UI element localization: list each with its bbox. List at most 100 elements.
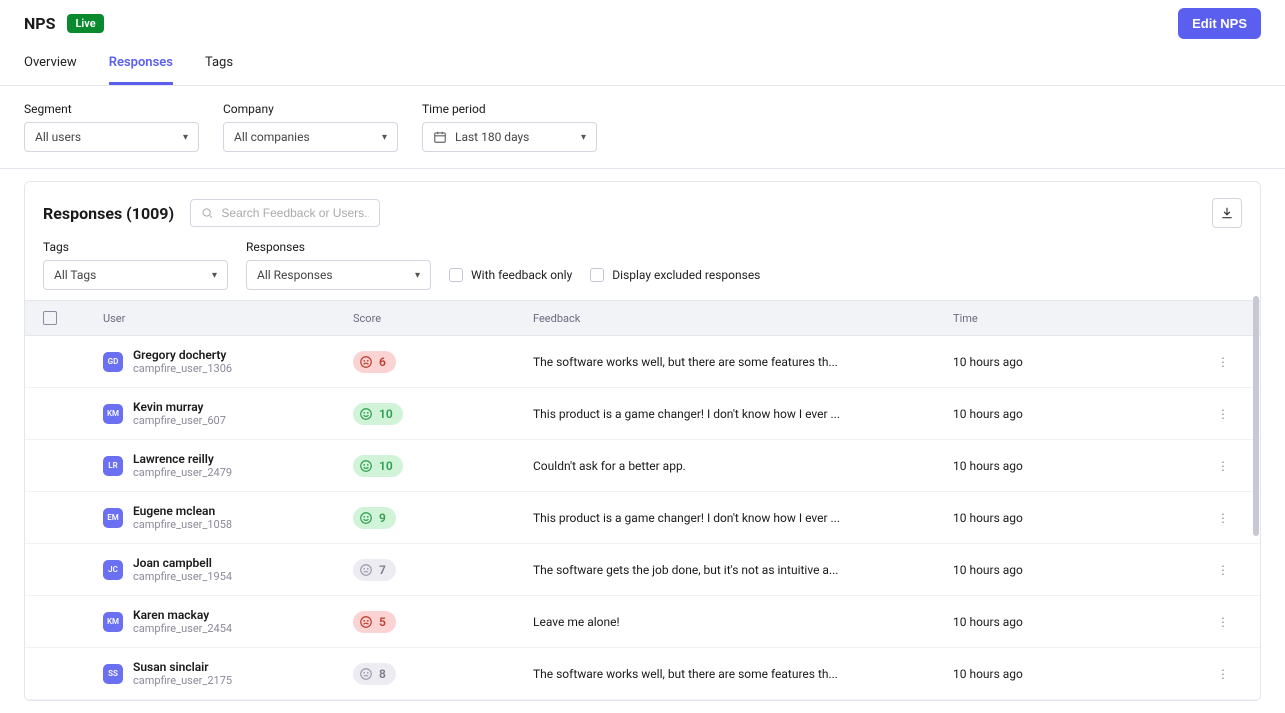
neutral-icon xyxy=(359,563,373,577)
score-pill: 10 xyxy=(353,455,403,477)
company-label: Company xyxy=(223,102,398,116)
time-value: Last 180 days xyxy=(455,130,529,144)
time-text: 10 hours ago xyxy=(953,511,1193,525)
row-more-button[interactable]: ⋮ xyxy=(1193,615,1253,629)
feedback-text: This product is a game changer! I don't … xyxy=(533,511,933,525)
select-all-checkbox[interactable] xyxy=(43,311,57,325)
avatar: EM xyxy=(103,508,123,528)
table-row[interactable]: EM Eugene mcleancampfire_user_1058 9 This p… xyxy=(25,492,1260,544)
user-name: Eugene mclean xyxy=(133,504,232,518)
time-label: Time period xyxy=(422,102,597,116)
chevron-down-icon: ▾ xyxy=(415,270,420,281)
checkbox-icon xyxy=(590,268,604,282)
user-subtitle: campfire_user_2175 xyxy=(133,674,232,687)
table-row[interactable]: JCJoan campbellcampfire_user_19547The so… xyxy=(25,544,1260,596)
tags-select[interactable]: All Tags ▾ xyxy=(43,260,228,290)
chevron-down-icon: ▾ xyxy=(212,270,217,281)
responses-filter-value: All Responses xyxy=(257,268,333,282)
feedback-text: Couldn't ask for a better app. xyxy=(533,459,933,473)
segment-label: Segment xyxy=(24,102,199,116)
avatar: LR xyxy=(103,456,123,476)
feedback-text: Leave me alone! xyxy=(533,615,933,629)
row-more-button[interactable]: ⋮ xyxy=(1193,667,1253,681)
chevron-down-icon: ▾ xyxy=(382,132,387,143)
time-text: 10 hours ago xyxy=(953,667,1193,681)
feedback-text: This product is a game changer! I don't … xyxy=(533,407,933,421)
search-input-wrapper[interactable] xyxy=(190,199,380,227)
user-name: Lawrence reilly xyxy=(133,452,232,466)
score-value: 7 xyxy=(379,563,386,577)
table-row[interactable]: KM Kevin murraycampfire_user_607 10 This pr… xyxy=(25,388,1260,440)
scrollbar-thumb[interactable] xyxy=(1253,296,1259,536)
search-input[interactable] xyxy=(221,206,369,220)
user-subtitle: campfire_user_2479 xyxy=(133,466,232,479)
row-more-button[interactable]: ⋮ xyxy=(1193,563,1253,577)
row-more-button[interactable]: ⋮ xyxy=(1193,355,1253,369)
score-pill: 6 xyxy=(353,351,396,373)
time-text: 10 hours ago xyxy=(953,459,1193,473)
download-button[interactable] xyxy=(1212,198,1242,228)
row-more-button[interactable]: ⋮ xyxy=(1193,459,1253,473)
user-name: Susan sinclair xyxy=(133,660,232,674)
chevron-down-icon: ▾ xyxy=(183,132,188,143)
table-row[interactable]: LR Lawrence reillycampfire_user_2479 10 Cou… xyxy=(25,440,1260,492)
table-row[interactable]: GDGregory dochertycampfire_user_13066The… xyxy=(25,336,1260,388)
time-period-select[interactable]: Last 180 days ▾ xyxy=(422,122,597,152)
tags-label: Tags xyxy=(43,240,228,254)
search-icon xyxy=(201,206,213,220)
segment-select[interactable]: All users ▾ xyxy=(24,122,199,152)
tab-responses[interactable]: Responses xyxy=(109,55,173,85)
user-subtitle: campfire_user_1058 xyxy=(133,518,232,531)
user-subtitle: campfire_user_607 xyxy=(133,414,226,427)
calendar-icon xyxy=(433,130,447,144)
score-value: 8 xyxy=(379,667,386,681)
responses-filter-label: Responses xyxy=(246,240,431,254)
feedback-text: The software works well, but there are s… xyxy=(533,667,933,681)
score-value: 5 xyxy=(379,615,386,629)
avatar: KM xyxy=(103,612,123,632)
col-time: Time xyxy=(953,312,1193,325)
score-value: 9 xyxy=(379,511,386,525)
responses-panel: Responses (1009) Tags All Tags ▾ Respons… xyxy=(24,181,1261,701)
user-name: Kevin murray xyxy=(133,400,226,414)
avatar: KM xyxy=(103,404,123,424)
checkbox-icon xyxy=(449,268,463,282)
score-pill: 9 xyxy=(353,507,396,529)
download-icon xyxy=(1220,206,1234,220)
chevron-down-icon: ▾ xyxy=(581,132,586,143)
user-subtitle: campfire_user_1306 xyxy=(133,362,232,375)
score-pill: 8 xyxy=(353,663,396,685)
time-text: 10 hours ago xyxy=(953,407,1193,421)
with-feedback-checkbox[interactable]: With feedback only xyxy=(449,268,572,282)
table-row[interactable]: KMKaren mackaycampfire_user_24545Leave m… xyxy=(25,596,1260,648)
row-more-button[interactable]: ⋮ xyxy=(1193,511,1253,525)
smile-icon xyxy=(359,407,373,421)
company-select[interactable]: All companies ▾ xyxy=(223,122,398,152)
tab-tags[interactable]: Tags xyxy=(205,55,233,85)
frown-icon xyxy=(359,355,373,369)
company-value: All companies xyxy=(234,130,310,144)
neutral-icon xyxy=(359,667,373,681)
responses-title: Responses (1009) xyxy=(43,204,174,223)
excluded-checkbox[interactable]: Display excluded responses xyxy=(590,268,760,282)
avatar: JC xyxy=(103,560,123,580)
row-more-button[interactable]: ⋮ xyxy=(1193,407,1253,421)
responses-filter-select[interactable]: All Responses ▾ xyxy=(246,260,431,290)
live-badge: Live xyxy=(67,14,103,33)
score-pill: 5 xyxy=(353,611,396,633)
time-text: 10 hours ago xyxy=(953,355,1193,369)
smile-icon xyxy=(359,459,373,473)
col-user: User xyxy=(103,312,353,325)
edit-nps-button[interactable]: Edit NPS xyxy=(1178,8,1261,39)
score-pill: 7 xyxy=(353,559,396,581)
col-score: Score xyxy=(353,312,533,325)
feedback-text: The software gets the job done, but it's… xyxy=(533,563,933,577)
segment-value: All users xyxy=(35,130,81,144)
table-row[interactable]: SSSusan sinclaircampfire_user_21758The s… xyxy=(25,648,1260,700)
score-value: 10 xyxy=(379,407,393,421)
time-text: 10 hours ago xyxy=(953,615,1193,629)
frown-icon xyxy=(359,615,373,629)
table-header: User Score Feedback Time xyxy=(25,300,1260,336)
tab-overview[interactable]: Overview xyxy=(24,55,77,85)
user-name: Karen mackay xyxy=(133,608,232,622)
